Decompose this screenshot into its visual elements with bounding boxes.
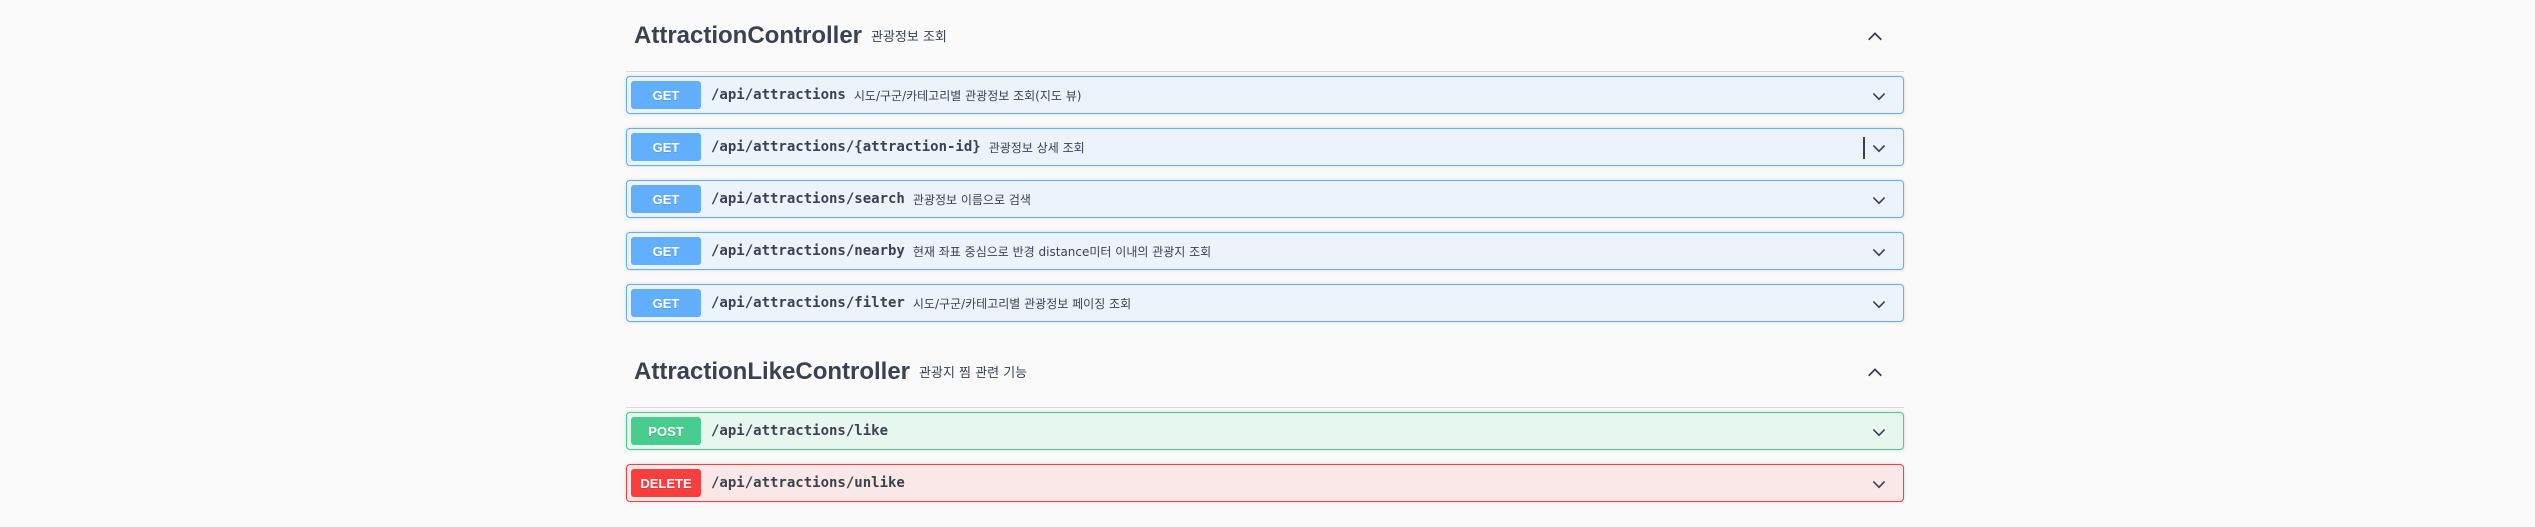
operation-path: /api/attractions xyxy=(711,87,846,103)
chevron-down-icon[interactable] xyxy=(1871,476,1887,492)
tag-description: 관광정보 조회 xyxy=(871,30,947,45)
method-badge: GET xyxy=(631,81,701,109)
operation-delete-unlike[interactable]: DELETE /api/attractions/unlike xyxy=(626,464,1904,502)
tag-name: AttractionController xyxy=(634,21,862,49)
method-badge: GET xyxy=(631,133,701,161)
operation-post-like[interactable]: POST /api/attractions/like xyxy=(626,412,1904,450)
operation-get-attractions-search[interactable]: GET /api/attractions/search 관광정보 이름으로 검색 xyxy=(626,180,1904,218)
chevron-up-icon[interactable] xyxy=(1866,28,1884,46)
method-badge: GET xyxy=(631,185,701,213)
operation-summary: 시도/구군/카테고리별 관광정보 조회(지도 뷰) xyxy=(853,88,1082,103)
operation-summary: 현재 좌표 중심으로 반경 distance미터 이내의 관광지 조회 xyxy=(912,244,1212,259)
tag-header-attraction-controller[interactable]: AttractionController 관광정보 조회 xyxy=(626,0,1904,72)
chevron-down-icon[interactable] xyxy=(1871,140,1887,156)
method-badge: POST xyxy=(631,417,701,445)
operation-path: /api/attractions/filter xyxy=(711,295,905,311)
tag-description: 관광지 찜 관련 기능 xyxy=(919,366,1028,381)
text-cursor xyxy=(1863,137,1865,159)
operation-path: /api/attractions/search xyxy=(711,191,905,207)
method-badge: GET xyxy=(631,237,701,265)
method-badge: DELETE xyxy=(631,469,701,497)
tag-name: AttractionLikeController xyxy=(634,357,911,385)
operation-path: /api/attractions/like xyxy=(711,423,889,439)
tag-header-attraction-like-controller[interactable]: AttractionLikeController 관광지 찜 관련 기능 xyxy=(626,336,1904,408)
operation-get-attractions-nearby[interactable]: GET /api/attractions/nearby 현재 좌표 중심으로 반… xyxy=(626,232,1904,270)
operation-summary: 관광정보 상세 조회 xyxy=(988,140,1085,155)
method-badge: GET xyxy=(631,289,701,317)
chevron-down-icon[interactable] xyxy=(1871,296,1887,312)
operation-get-attractions-filter[interactable]: GET /api/attractions/filter 시도/구군/카테고리별 … xyxy=(626,284,1904,322)
operation-path: /api/attractions/{attraction-id} xyxy=(711,139,981,155)
operation-get-attractions[interactable]: GET /api/attractions 시도/구군/카테고리별 관광정보 조회… xyxy=(626,76,1904,114)
api-docs: AttractionController 관광정보 조회 GET /api/at… xyxy=(626,0,1904,516)
operation-path: /api/attractions/unlike xyxy=(711,475,905,491)
operation-path: /api/attractions/nearby xyxy=(711,243,905,259)
chevron-down-icon[interactable] xyxy=(1871,88,1887,104)
operation-get-attraction-detail[interactable]: GET /api/attractions/{attraction-id} 관광정… xyxy=(626,128,1904,166)
operation-summary: 시도/구군/카테고리별 관광정보 페이징 조회 xyxy=(912,296,1132,311)
operation-summary: 관광정보 이름으로 검색 xyxy=(912,192,1031,207)
chevron-down-icon[interactable] xyxy=(1871,424,1887,440)
chevron-down-icon[interactable] xyxy=(1871,244,1887,260)
chevron-down-icon[interactable] xyxy=(1871,192,1887,208)
chevron-up-icon[interactable] xyxy=(1866,364,1884,382)
